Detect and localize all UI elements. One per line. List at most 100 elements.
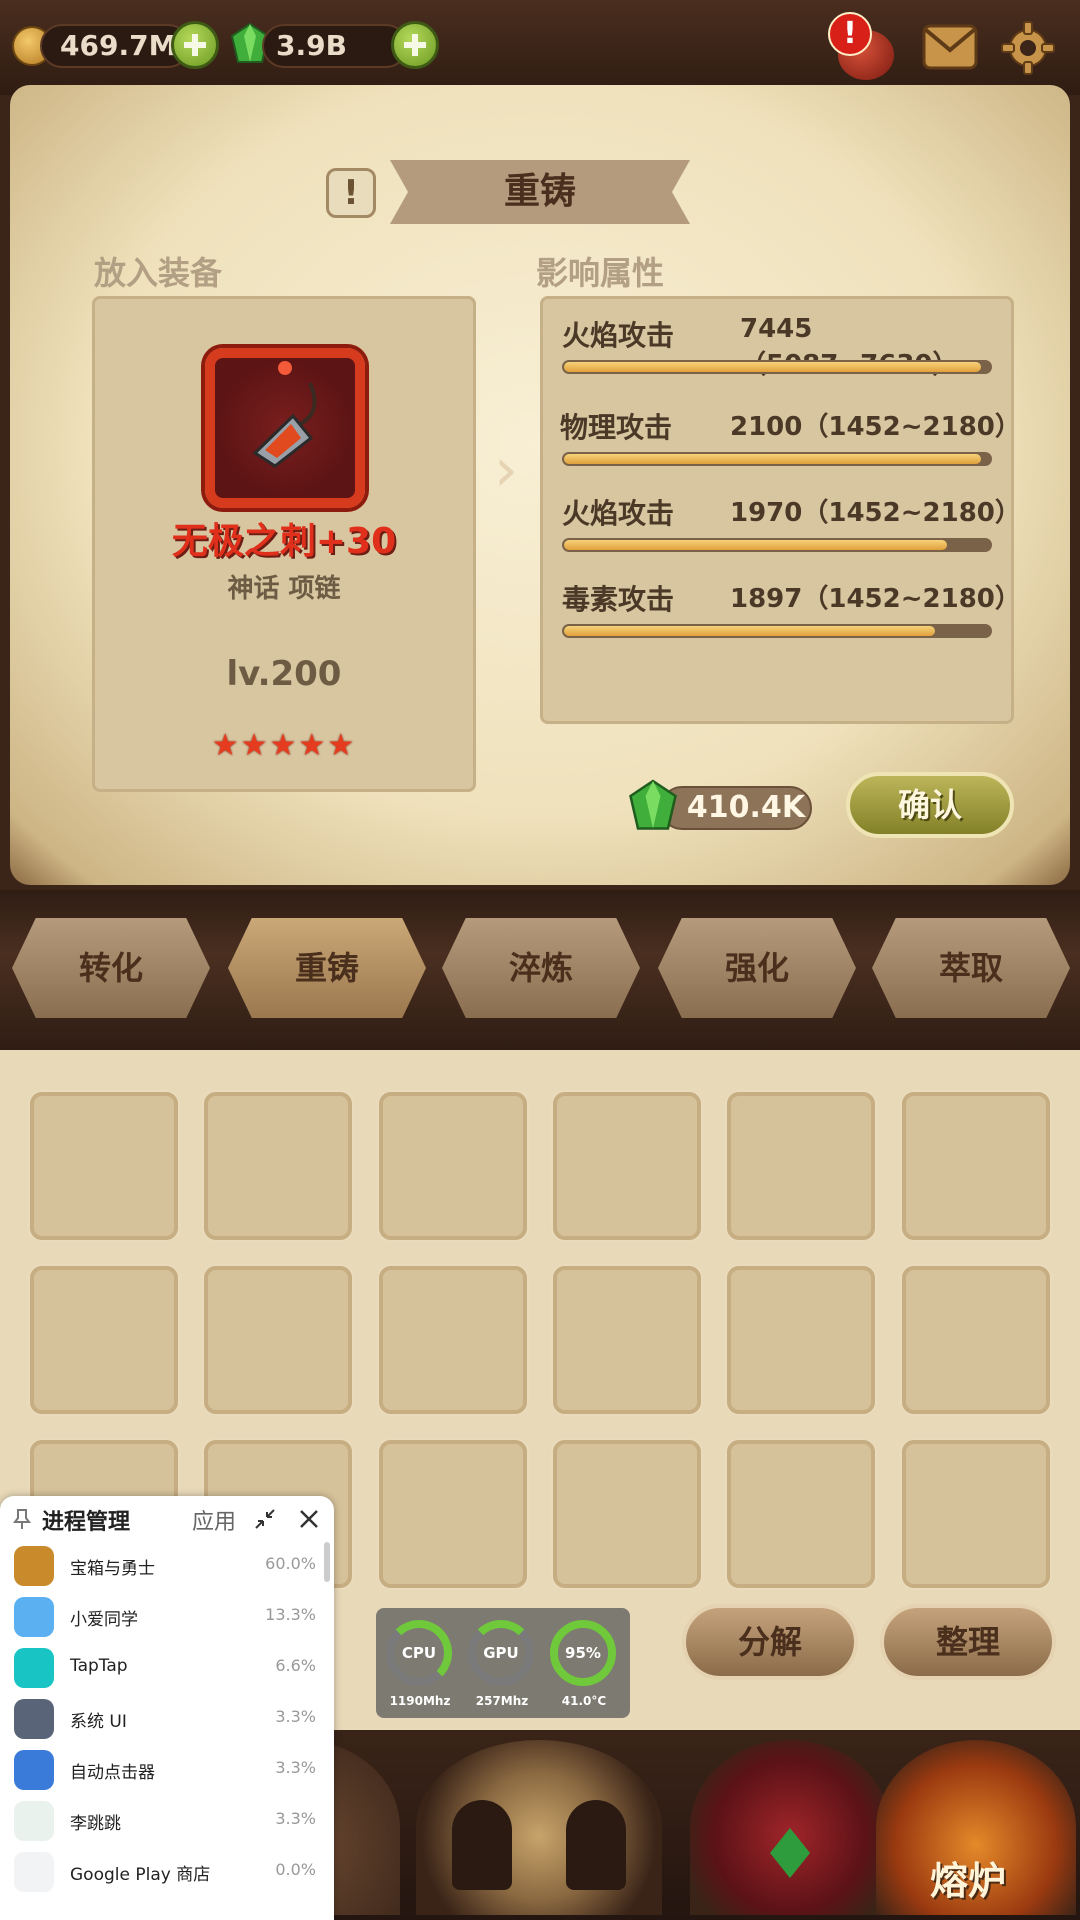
attribute-name: 火焰攻击	[562, 497, 675, 530]
inventory-slot[interactable]	[379, 1092, 527, 1240]
process-name: 宝箱与勇士	[70, 1559, 155, 1579]
process-cpu-percent: 60.0%	[265, 1554, 316, 1573]
process-name: 系统 UI	[70, 1712, 127, 1732]
cpu-frequency: 1190Mhz	[389, 1694, 451, 1708]
organize-button[interactable]: 整理	[880, 1604, 1056, 1680]
inventory-slot[interactable]	[379, 1440, 527, 1588]
inventory-slot[interactable]	[30, 1092, 178, 1240]
process-name: 李跳跳	[70, 1814, 121, 1834]
attribute-bar	[562, 538, 992, 552]
reforge-cost: 410.4K	[686, 790, 806, 825]
minimize-icon[interactable]	[254, 1508, 276, 1530]
close-icon[interactable]	[298, 1508, 320, 1530]
app-icon	[14, 1546, 54, 1586]
process-cpu-percent: 13.3%	[265, 1605, 316, 1624]
process-name: 小爱同学	[70, 1610, 138, 1630]
tab-convert[interactable]: 转化	[12, 918, 210, 1018]
process-row[interactable]: 系统 UI 3.3%	[14, 1693, 324, 1744]
process-cpu-percent: 3.3%	[275, 1809, 316, 1828]
attribute-bar	[562, 360, 992, 374]
attribute-row: 物理攻击 2100（1452~2180）	[540, 406, 1021, 486]
process-cpu-percent: 3.3%	[275, 1758, 316, 1777]
inventory-slot[interactable]	[379, 1266, 527, 1414]
events-button[interactable]: !	[828, 12, 900, 84]
process-manager-title: 进程管理	[42, 1510, 131, 1535]
gpu-frequency: 257Mhz	[475, 1694, 529, 1708]
app-icon	[14, 1852, 54, 1892]
panel-title: 重铸	[503, 171, 576, 212]
inventory-slot[interactable]	[727, 1266, 875, 1414]
device-temperature: 41.0°C	[561, 1694, 607, 1708]
attribute-row: 火焰攻击 1970（1452~2180）	[540, 492, 1021, 572]
add-gems-button[interactable]	[391, 21, 439, 69]
hooded-figure-icon	[452, 1800, 512, 1890]
process-cpu-percent: 0.0%	[275, 1860, 316, 1879]
mail-icon[interactable]	[922, 22, 978, 72]
process-row[interactable]: TapTap 6.6%	[14, 1642, 324, 1693]
cpu-label: CPU	[401, 1644, 437, 1662]
process-row[interactable]: 小爱同学 13.3%	[14, 1591, 324, 1642]
process-row[interactable]: 宝箱与勇士 60.0%	[14, 1540, 324, 1591]
inventory-slot[interactable]	[30, 1266, 178, 1414]
settings-gear-icon[interactable]	[1000, 20, 1056, 76]
attribute-name: 物理攻击	[560, 411, 673, 444]
attributes-card: 火焰攻击 7445（5087~7630） 物理攻击 2100（1452~2180…	[540, 296, 1021, 724]
item-type: 神话 项链	[227, 574, 341, 604]
attribute-bar-fill	[564, 540, 947, 550]
pin-icon[interactable]	[12, 1508, 32, 1530]
attribute-bar	[562, 452, 992, 466]
process-cpu-percent: 6.6%	[275, 1656, 316, 1675]
item-frame[interactable]	[205, 348, 365, 508]
app-icon	[14, 1750, 54, 1790]
inventory-slot[interactable]	[204, 1092, 352, 1240]
app-icon	[14, 1597, 54, 1637]
process-row[interactable]: Google Play 商店 0.0%	[14, 1846, 324, 1897]
gem-cost-icon	[629, 779, 677, 830]
tab-extract[interactable]: 萃取	[872, 918, 1070, 1018]
inventory-slot[interactable]	[727, 1092, 875, 1240]
gem-amount: 3.9B	[276, 29, 347, 62]
process-row[interactable]: 李跳跳 3.3%	[14, 1795, 324, 1846]
attribute-row: 毒素攻击 1897（1452~2180）	[540, 578, 1021, 658]
add-gold-button[interactable]	[171, 21, 219, 69]
app-icon	[14, 1648, 54, 1688]
decompose-button[interactable]: 分解	[682, 1604, 858, 1680]
tab-enhance[interactable]: 强化	[658, 918, 856, 1018]
inventory-slot[interactable]	[204, 1266, 352, 1414]
hooded-figure-icon	[566, 1800, 626, 1890]
attribute-value: 2100（1452~2180）	[730, 412, 1021, 442]
nav-chest-button[interactable]	[690, 1740, 890, 1915]
inventory-slot[interactable]	[553, 1440, 701, 1588]
process-row[interactable]: 自动点击器 3.3%	[14, 1744, 324, 1795]
process-name: TapTap	[70, 1656, 128, 1676]
info-button[interactable]: !	[326, 168, 376, 218]
tab-reforge[interactable]: 重铸	[228, 918, 426, 1018]
confirm-button[interactable]: 确认	[846, 772, 1014, 838]
process-name: 自动点击器	[70, 1763, 155, 1783]
nav-adventure-button[interactable]	[416, 1740, 662, 1915]
attribute-bar-fill	[564, 362, 981, 372]
emerald-icon	[770, 1828, 810, 1878]
put-equipment-label: 放入装备	[94, 254, 223, 292]
inventory-slot[interactable]	[727, 1440, 875, 1588]
inventory-slot[interactable]	[553, 1266, 701, 1414]
inventory-slot[interactable]	[902, 1440, 1050, 1588]
necklace-item-icon	[252, 361, 317, 468]
attribute-name: 火焰攻击	[562, 319, 675, 352]
app-icon	[14, 1801, 54, 1841]
apps-tab[interactable]: 应用	[192, 1504, 236, 1536]
process-cpu-percent: 3.3%	[275, 1707, 316, 1726]
popup-scrollbar[interactable]	[324, 1542, 330, 1582]
attribute-row: 火焰攻击 7445（5087~7630）	[540, 314, 1014, 394]
inventory-slot[interactable]	[902, 1092, 1050, 1240]
gold-amount: 469.7M	[60, 29, 177, 62]
battery-level: 95%	[565, 1644, 601, 1662]
arrow-right-icon: ›	[494, 435, 518, 505]
inventory-slot[interactable]	[553, 1092, 701, 1240]
attribute-value: 1970（1452~2180）	[730, 498, 1021, 528]
tab-temper[interactable]: 淬炼	[442, 918, 640, 1018]
attribute-bar-fill	[564, 626, 935, 636]
gpu-label: GPU	[483, 1644, 519, 1662]
inventory-slot[interactable]	[902, 1266, 1050, 1414]
attribute-value: 1897（1452~2180）	[730, 584, 1021, 614]
